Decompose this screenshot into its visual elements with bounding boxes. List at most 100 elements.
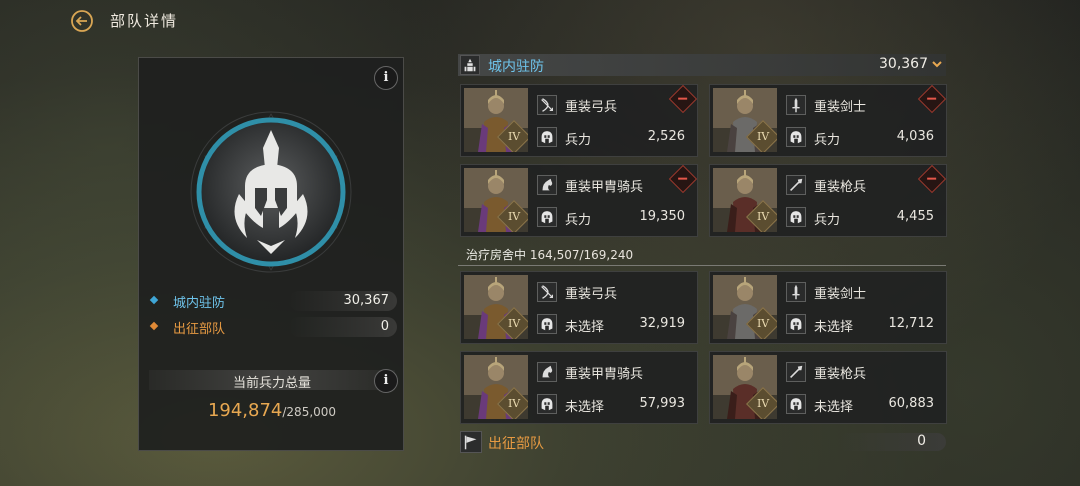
troop-count-label: 兵力 — [814, 133, 841, 148]
troop-name: 重装剑士 — [814, 287, 867, 302]
healing-status: 治疗房舍中 164,507/169,240 — [466, 246, 633, 263]
helmet-icon — [786, 127, 806, 147]
garrison-value: 30,367 — [343, 293, 390, 308]
tier-label: IV — [756, 316, 770, 330]
bow-icon — [537, 95, 557, 115]
healing-troop-card[interactable]: IV 重装甲胄骑兵 未选择 57,993 — [460, 351, 698, 424]
total-troops-count: 194,874 — [207, 400, 283, 421]
healing-label: 治疗房舍中 — [466, 248, 527, 262]
troop-portrait: IV — [713, 168, 777, 232]
troop-portrait: IV — [464, 88, 528, 152]
spear-icon — [786, 175, 806, 195]
troop-count-label: 未选择 — [814, 320, 854, 335]
troop-portrait: IV — [713, 275, 777, 339]
march-value: 0 — [380, 319, 389, 334]
remove-icon[interactable] — [668, 164, 698, 194]
tier-label: IV — [507, 209, 521, 223]
march-label: 出征部队 — [173, 322, 226, 337]
remove-icon[interactable] — [917, 164, 947, 194]
garrison-troop-card[interactable]: IV 重装枪兵兵力 4,455 — [709, 164, 947, 237]
troop-count-label: 兵力 — [565, 213, 592, 228]
garrison-section-value: 30,367 — [879, 56, 928, 72]
spartan-helmet-emblem — [190, 111, 352, 273]
flag-icon — [460, 431, 482, 453]
troop-count-value: 19,350 — [639, 209, 686, 224]
troop-name: 重装弓兵 — [565, 287, 618, 302]
garrison-troop-card[interactable]: IV 重装剑士兵力 4,036 — [709, 84, 947, 157]
troop-name: 重装弓兵 — [565, 100, 618, 115]
troop-portrait: IV — [464, 355, 528, 419]
healing-value: 164,507/169,240 — [529, 248, 634, 262]
helmet-icon — [537, 207, 557, 227]
march-section-value: 0 — [917, 433, 926, 449]
spear-icon — [786, 362, 806, 382]
helmet-icon — [537, 127, 557, 147]
troop-count-label: 兵力 — [565, 133, 592, 148]
troop-name: 重装甲胄骑兵 — [565, 367, 644, 382]
horse-icon — [537, 362, 557, 382]
sword-icon — [786, 282, 806, 302]
helmet-icon — [537, 394, 557, 414]
troop-portrait: IV — [713, 88, 777, 152]
divider — [458, 265, 946, 266]
troop-count-value: 4,036 — [896, 129, 934, 144]
total-troops-value: 194,874/285,000 — [139, 400, 405, 421]
march-stat-row: 出征部队 0 — [149, 317, 397, 337]
garrison-section-header[interactable]: 城内驻防 30,367 — [458, 54, 946, 76]
garrison-stat-row: 城内驻防 30,367 — [149, 291, 397, 311]
troop-count-label: 未选择 — [565, 400, 605, 415]
info-icon[interactable]: i — [374, 66, 398, 90]
troop-summary-panel: i 城内驻防 30,367 出征部队 0 当前兵力总量 i 194,874/28… — [138, 57, 404, 451]
garrison-troop-card[interactable]: IV 重装甲胄骑兵 兵力 19,350 — [460, 164, 698, 237]
troop-name: 重装甲胄骑兵 — [565, 180, 644, 195]
troop-count-label: 未选择 — [565, 320, 605, 335]
bow-icon — [537, 282, 557, 302]
troop-portrait: IV — [464, 168, 528, 232]
troop-count-value: 57,993 — [639, 396, 686, 411]
healing-troop-card[interactable]: IV 重装枪兵未选择 60,883 — [709, 351, 947, 424]
troop-count-label: 兵力 — [814, 213, 841, 228]
troop-count-value: 2,526 — [647, 129, 685, 144]
troop-count-value: 12,712 — [888, 316, 935, 331]
helmet-icon — [786, 314, 806, 334]
troop-name: 重装枪兵 — [814, 180, 867, 195]
total-troops-label: 当前兵力总量 — [232, 376, 311, 391]
top-bar: 部队详情 — [0, 0, 1080, 40]
remove-icon[interactable] — [668, 84, 698, 114]
sword-icon — [786, 95, 806, 115]
troop-count-value: 32,919 — [639, 316, 686, 331]
tier-label: IV — [507, 129, 521, 143]
helmet-icon — [786, 394, 806, 414]
helmet-icon — [786, 207, 806, 227]
troop-portrait: IV — [464, 275, 528, 339]
garrison-section-title: 城内驻防 — [488, 59, 544, 75]
helmet-icon — [537, 314, 557, 334]
troop-count-label: 未选择 — [814, 400, 854, 415]
march-section-title: 出征部队 — [488, 436, 544, 452]
back-arrow-icon[interactable] — [70, 9, 94, 33]
remove-icon[interactable] — [917, 84, 947, 114]
march-section-header[interactable]: 出征部队 0 — [458, 430, 946, 454]
troop-name: 重装剑士 — [814, 100, 867, 115]
horse-icon — [537, 175, 557, 195]
chevron-down-icon[interactable] — [932, 59, 942, 69]
garrison-label: 城内驻防 — [173, 296, 226, 311]
tier-label: IV — [756, 396, 770, 410]
troop-count-value: 4,455 — [896, 209, 934, 224]
tier-label: IV — [756, 129, 770, 143]
healing-troop-card[interactable]: IV 重装剑士未选择 12,712 — [709, 271, 947, 344]
march-bullet-icon — [149, 321, 159, 331]
tier-label: IV — [507, 396, 521, 410]
total-info-icon[interactable]: i — [374, 369, 398, 393]
troop-name: 重装枪兵 — [814, 367, 867, 382]
tier-label: IV — [756, 209, 770, 223]
total-troops-capacity: /285,000 — [282, 405, 337, 419]
tier-label: IV — [507, 316, 521, 330]
total-troops-bar: 当前兵力总量 — [149, 370, 395, 391]
garrison-icon — [460, 55, 480, 75]
page-title: 部队详情 — [110, 12, 179, 30]
troop-count-value: 60,883 — [888, 396, 935, 411]
garrison-troop-card[interactable]: IV 重装弓兵兵力 2,526 — [460, 84, 698, 157]
healing-troop-card[interactable]: IV 重装弓兵未选择 32,919 — [460, 271, 698, 344]
troop-portrait: IV — [713, 355, 777, 419]
